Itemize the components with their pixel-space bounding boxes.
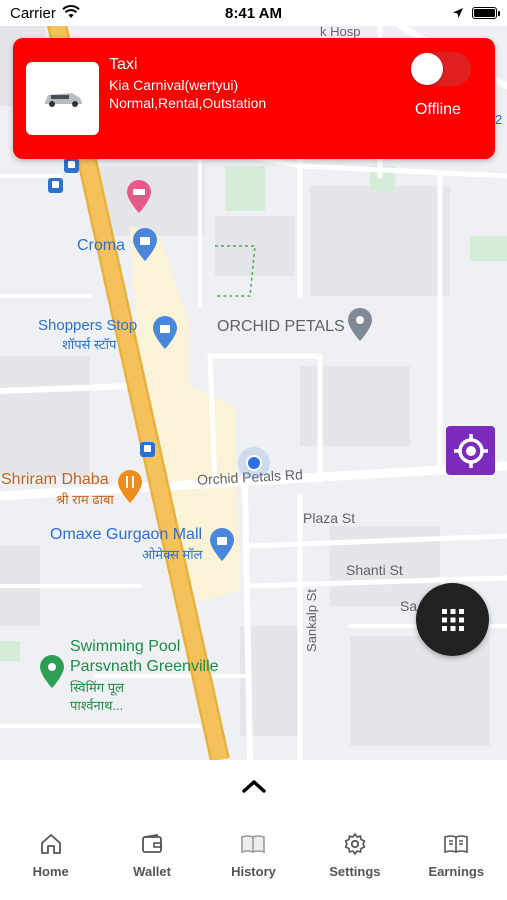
tab-earnings[interactable]: Earnings — [406, 830, 507, 890]
vehicle-image — [26, 62, 99, 135]
place-pin-icon[interactable] — [347, 308, 373, 347]
street-label-sankalp-st: Sankalp St — [303, 589, 319, 652]
tab-home[interactable]: Home — [0, 830, 101, 890]
map-label-shoppers-stop-hindi: शॉपर्स स्टॉप — [62, 337, 117, 352]
menu-fab-button[interactable] — [416, 583, 489, 656]
map-label-swimming-pool-hindi: स्विमिंग पूल — [70, 680, 124, 695]
location-arrow-icon — [452, 6, 464, 24]
map-label-shriram-dhaba-hindi: श्री राम ढाबा — [56, 492, 114, 507]
map-label-omaxe-mall[interactable]: Omaxe Gurgaon Mall — [50, 526, 202, 544]
online-toggle[interactable] — [411, 52, 471, 86]
tab-earnings-label: Earnings — [428, 864, 485, 879]
bus-stop-icon[interactable] — [48, 178, 63, 198]
street-label-shanti-st: Shanti St — [346, 562, 403, 578]
restaurant-pin-icon[interactable] — [117, 470, 143, 509]
map-label-parsvnath-hindi: पार्श्वनाथ... — [70, 698, 124, 713]
map-label-shriram-dhaba[interactable]: Shriram Dhaba — [1, 471, 109, 489]
earnings-icon — [443, 830, 469, 858]
tab-wallet[interactable]: Wallet — [101, 830, 202, 890]
shopping-pin-icon[interactable] — [209, 528, 235, 567]
hotel-pin-icon[interactable] — [126, 180, 152, 219]
crosshair-icon — [453, 433, 488, 468]
gear-icon — [343, 830, 367, 858]
map-label-parsvnath-greenville[interactable]: Parsvnath Greenville — [70, 658, 219, 676]
tab-home-label: Home — [32, 864, 69, 879]
bus-stop-icon[interactable] — [140, 442, 155, 462]
driver-status-card: Taxi Kia Carnival(wertyui) Normal,Rental… — [13, 38, 495, 159]
status-bar: Carrier 8:41 AM — [0, 0, 507, 26]
tab-settings[interactable]: Settings — [304, 830, 405, 890]
vehicle-services: Normal,Rental,Outstation — [109, 95, 267, 111]
grid-dots-icon — [441, 608, 464, 631]
park-pin-icon[interactable] — [39, 655, 65, 694]
tab-history-label: History — [231, 864, 276, 879]
toggle-knob — [411, 53, 443, 85]
home-icon — [39, 830, 63, 858]
shopping-pin-icon[interactable] — [132, 228, 158, 267]
street-label-partial: Sa — [400, 598, 418, 614]
map-label-omaxe-mall-hindi: ओमेक्स मॉल — [142, 547, 203, 562]
current-location-dot — [237, 446, 271, 485]
street-label-plaza-st: Plaza St — [303, 510, 356, 526]
map-label-top-right-partial: 2 — [495, 112, 503, 127]
tab-settings-label: Settings — [329, 864, 381, 879]
shopping-pin-icon[interactable] — [152, 316, 178, 355]
vehicle-model: Kia Carnival(wertyui) — [109, 77, 239, 93]
car-icon — [44, 92, 82, 107]
map-label-swimming-pool[interactable]: Swimming Pool — [70, 638, 180, 656]
recenter-button[interactable] — [446, 426, 495, 475]
battery-icon — [472, 7, 500, 19]
bus-stop-icon[interactable] — [64, 158, 79, 178]
driver-status-label: Offline — [415, 101, 461, 118]
tab-history[interactable]: History — [203, 830, 304, 890]
clock: 8:41 AM — [225, 5, 282, 22]
chevron-up-icon — [242, 780, 266, 793]
bottom-sheet: Home Wallet History Settings Earnings — [0, 760, 507, 900]
book-icon — [240, 830, 266, 858]
expand-sheet-button[interactable] — [234, 774, 274, 798]
vehicle-type: Taxi — [109, 56, 138, 73]
bottom-tab-bar: Home Wallet History Settings Earnings — [0, 830, 507, 890]
wallet-icon — [140, 830, 164, 858]
map-label-shoppers-stop[interactable]: Shoppers Stop — [38, 317, 137, 334]
map-label-orchid-petals[interactable]: ORCHID PETALS — [217, 318, 345, 336]
map-label-croma[interactable]: Croma — [77, 237, 125, 255]
tab-wallet-label: Wallet — [133, 864, 171, 879]
